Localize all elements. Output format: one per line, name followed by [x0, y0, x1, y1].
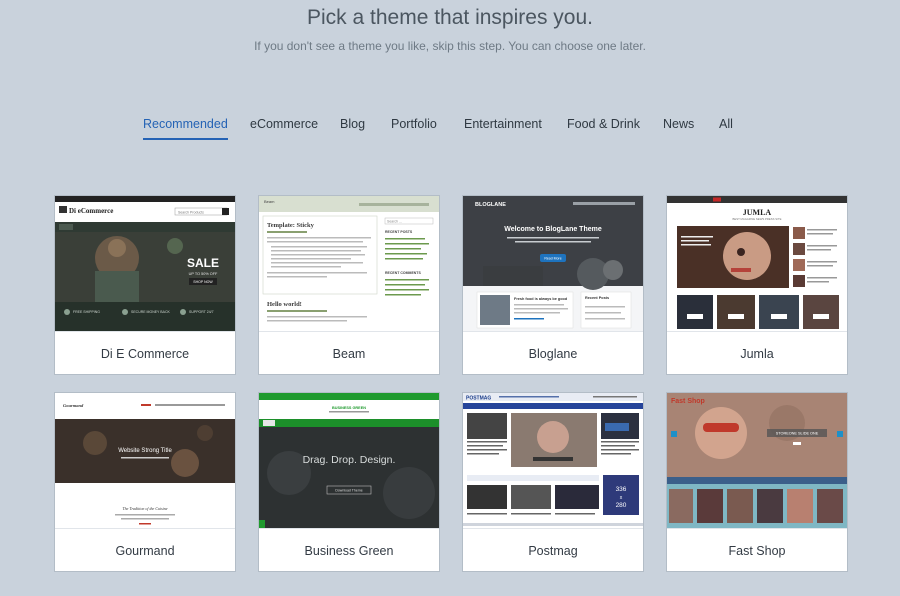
- preview-widget1: RECENT POSTS: [385, 230, 413, 234]
- theme-name: Postmag: [463, 528, 643, 571]
- theme-card-fast-shop[interactable]: Fast Shop STOREONE SLIDE ONE Fast Shop: [666, 392, 848, 572]
- theme-name: Gourmand: [55, 528, 235, 571]
- tab-all[interactable]: All: [719, 116, 733, 140]
- preview-post2-title: Hello world!: [267, 301, 302, 308]
- theme-preview-jumla: JUMLA BEST MAGAZINE NEWS PRESS SITE: [667, 196, 847, 331]
- preview-hero-button: Read More: [544, 257, 561, 261]
- preview-hero-title: Website Strong Title: [118, 448, 172, 454]
- category-tabs: Recommended eCommerce Blog Portfolio Ent…: [0, 116, 900, 142]
- preview-logo: JUMLA: [743, 208, 772, 217]
- theme-card-beam[interactable]: Beam Template: Sticky Hello world! Searc…: [258, 195, 440, 375]
- preview-tagline: BEST MAGAZINE NEWS PRESS SITE: [732, 217, 781, 221]
- preview-search: Search ...: [387, 220, 402, 224]
- theme-preview-business-green: BUSINESS GREEN Drag. Drop. Design. Downl…: [259, 393, 439, 528]
- preview-hero-sub: UP TO 50% OFF: [189, 272, 218, 276]
- preview-site-name: Beam: [264, 199, 275, 204]
- preview-ad-line1: 336: [616, 486, 627, 493]
- preview-feature-2: SECURE MONEY BACK: [131, 310, 170, 314]
- tab-recommended[interactable]: Recommended: [143, 116, 228, 140]
- theme-name: Business Green: [259, 528, 439, 571]
- preview-logo: BLOGLANE: [475, 202, 506, 208]
- theme-name: Fast Shop: [667, 528, 847, 571]
- preview-ad-line3: 280: [616, 502, 627, 509]
- tab-ecommerce[interactable]: eCommerce: [250, 116, 318, 140]
- tab-blog[interactable]: Blog: [340, 116, 365, 140]
- page-title: Pick a theme that inspires you.: [307, 6, 593, 29]
- theme-preview-fast-shop: Fast Shop STOREONE SLIDE ONE: [667, 393, 847, 528]
- theme-card-jumla[interactable]: JUMLA BEST MAGAZINE NEWS PRESS SITE Juml…: [666, 195, 848, 375]
- preview-feature-3: SUPPORT 24/7: [189, 310, 214, 314]
- preview-feature-1: FREE SHIPPING: [73, 310, 100, 314]
- preview-post1-title: Template: Sticky: [267, 222, 315, 229]
- preview-section-title: The Tradition of the Cuisine: [122, 506, 167, 511]
- theme-card-postmag[interactable]: POSTMAG 336 x 280 Postmag: [462, 392, 644, 572]
- theme-name: Bloglane: [463, 331, 643, 374]
- preview-widget2: RECENT COMMENTS: [385, 271, 421, 275]
- theme-card-business-green[interactable]: BUSINESS GREEN Drag. Drop. Design. Downl…: [258, 392, 440, 572]
- theme-name: Di E Commerce: [55, 331, 235, 374]
- theme-card-bloglane[interactable]: BLOGLANE Welcome to BlogLane Theme Read …: [462, 195, 644, 375]
- preview-post-title: Fresh food is always be good: [514, 297, 568, 301]
- preview-widget: Recent Posts: [585, 296, 609, 300]
- page-subtitle: If you don't see a theme you like, skip …: [254, 39, 646, 53]
- theme-preview-postmag: POSTMAG 336 x 280: [463, 393, 643, 528]
- preview-logo: Di eCommerce: [69, 207, 113, 215]
- preview-hero-button: SHOP NOW: [193, 280, 213, 284]
- preview-logo: Fast Shop: [671, 398, 705, 405]
- preview-slide-label: STOREONE SLIDE ONE: [776, 432, 819, 436]
- theme-name: Jumla: [667, 331, 847, 374]
- preview-hero-sale: SALE: [187, 256, 219, 270]
- theme-preview-beam: Beam Template: Sticky Hello world! Searc…: [259, 196, 439, 331]
- tab-food-drink[interactable]: Food & Drink: [567, 116, 640, 140]
- tab-portfolio[interactable]: Portfolio: [391, 116, 437, 140]
- preview-logo: BUSINESS GREEN: [332, 406, 366, 410]
- preview-logo: POSTMAG: [466, 396, 491, 402]
- tab-news[interactable]: News: [663, 116, 694, 140]
- theme-card-gourmand[interactable]: Gourmand Website Strong Title The Tradit…: [54, 392, 236, 572]
- theme-card-di-e-commerce[interactable]: Di eCommerce Search Products SALE UP TO …: [54, 195, 236, 375]
- theme-preview-bloglane: BLOGLANE Welcome to BlogLane Theme Read …: [463, 196, 643, 331]
- preview-logo: Gourmand: [63, 403, 84, 408]
- preview-hero-title: Drag. Drop. Design.: [303, 454, 396, 466]
- theme-preview-di-e-commerce: Di eCommerce Search Products SALE UP TO …: [55, 196, 235, 331]
- theme-name: Beam: [259, 331, 439, 374]
- preview-hero-button: Download Theme: [335, 489, 362, 493]
- theme-preview-gourmand: Gourmand Website Strong Title The Tradit…: [55, 393, 235, 528]
- tab-entertainment[interactable]: Entertainment: [464, 116, 542, 140]
- preview-hero-title: Welcome to BlogLane Theme: [504, 226, 602, 233]
- preview-search: Search Products: [178, 211, 204, 215]
